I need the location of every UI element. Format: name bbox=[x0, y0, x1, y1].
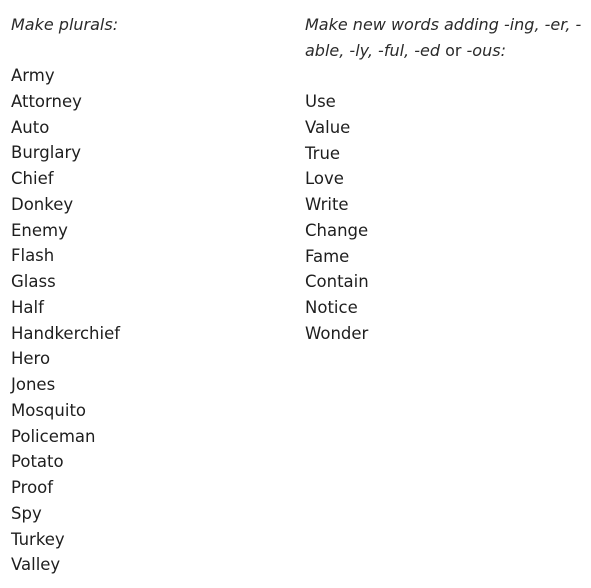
new-words-heading-end: -ous: bbox=[466, 40, 506, 60]
new-words-word: Fame bbox=[305, 246, 350, 266]
new-words-heading-line1: Make new words adding -ing, -er, - bbox=[305, 15, 582, 34]
plurals-word: Burglary bbox=[11, 143, 81, 163]
new-words-word: Love bbox=[305, 169, 344, 189]
plurals-word: Chief bbox=[11, 169, 54, 188]
plurals-word: Spy bbox=[11, 503, 42, 523]
new-words-word: Use bbox=[305, 92, 336, 111]
plurals-word: Flash bbox=[11, 246, 55, 266]
new-words-word: Value bbox=[305, 117, 351, 137]
plurals-word: Proof bbox=[11, 478, 54, 497]
plurals-word: Potato bbox=[11, 452, 64, 472]
plurals-word: Handkerchief bbox=[11, 323, 121, 343]
plurals-word: Turkey bbox=[11, 529, 65, 549]
new-words-word: Wonder bbox=[305, 323, 369, 343]
plurals-word: Army bbox=[11, 66, 55, 85]
plurals-word-list: Army Attorney Auto Burglary Chief Donkey Enemy… bbox=[11, 63, 120, 578]
plurals-word: Enemy bbox=[11, 220, 68, 240]
plurals-word: Auto bbox=[11, 117, 50, 137]
plurals-heading: Make plurals: bbox=[11, 15, 119, 34]
new-words-word: True bbox=[305, 143, 341, 163]
new-words-heading: Make new words adding -ing, -er, - able,… bbox=[305, 12, 581, 64]
new-words-heading-line2: able, -ly, -ful, -ed bbox=[305, 40, 440, 60]
new-words-word: Notice bbox=[305, 298, 358, 317]
plurals-word: Half bbox=[11, 297, 44, 317]
new-words-heading-or: or bbox=[439, 40, 467, 60]
new-words-word: Contain bbox=[305, 272, 369, 292]
plurals-word: Donkey bbox=[11, 194, 74, 214]
plurals-word: Hero bbox=[11, 349, 51, 369]
plurals-word: Policeman bbox=[11, 426, 96, 446]
new-words-word: Write bbox=[305, 195, 349, 214]
plurals-word: Valley bbox=[11, 555, 61, 575]
plurals-word: Attorney bbox=[11, 91, 82, 111]
new-words-word: Change bbox=[305, 220, 369, 240]
new-words-word-list: Use Value True Love Write Change Fame Contain No… bbox=[305, 89, 369, 347]
plurals-word: Jones bbox=[11, 375, 56, 394]
plurals-word: Glass bbox=[11, 272, 56, 291]
plurals-word: Mosquito bbox=[11, 400, 87, 420]
